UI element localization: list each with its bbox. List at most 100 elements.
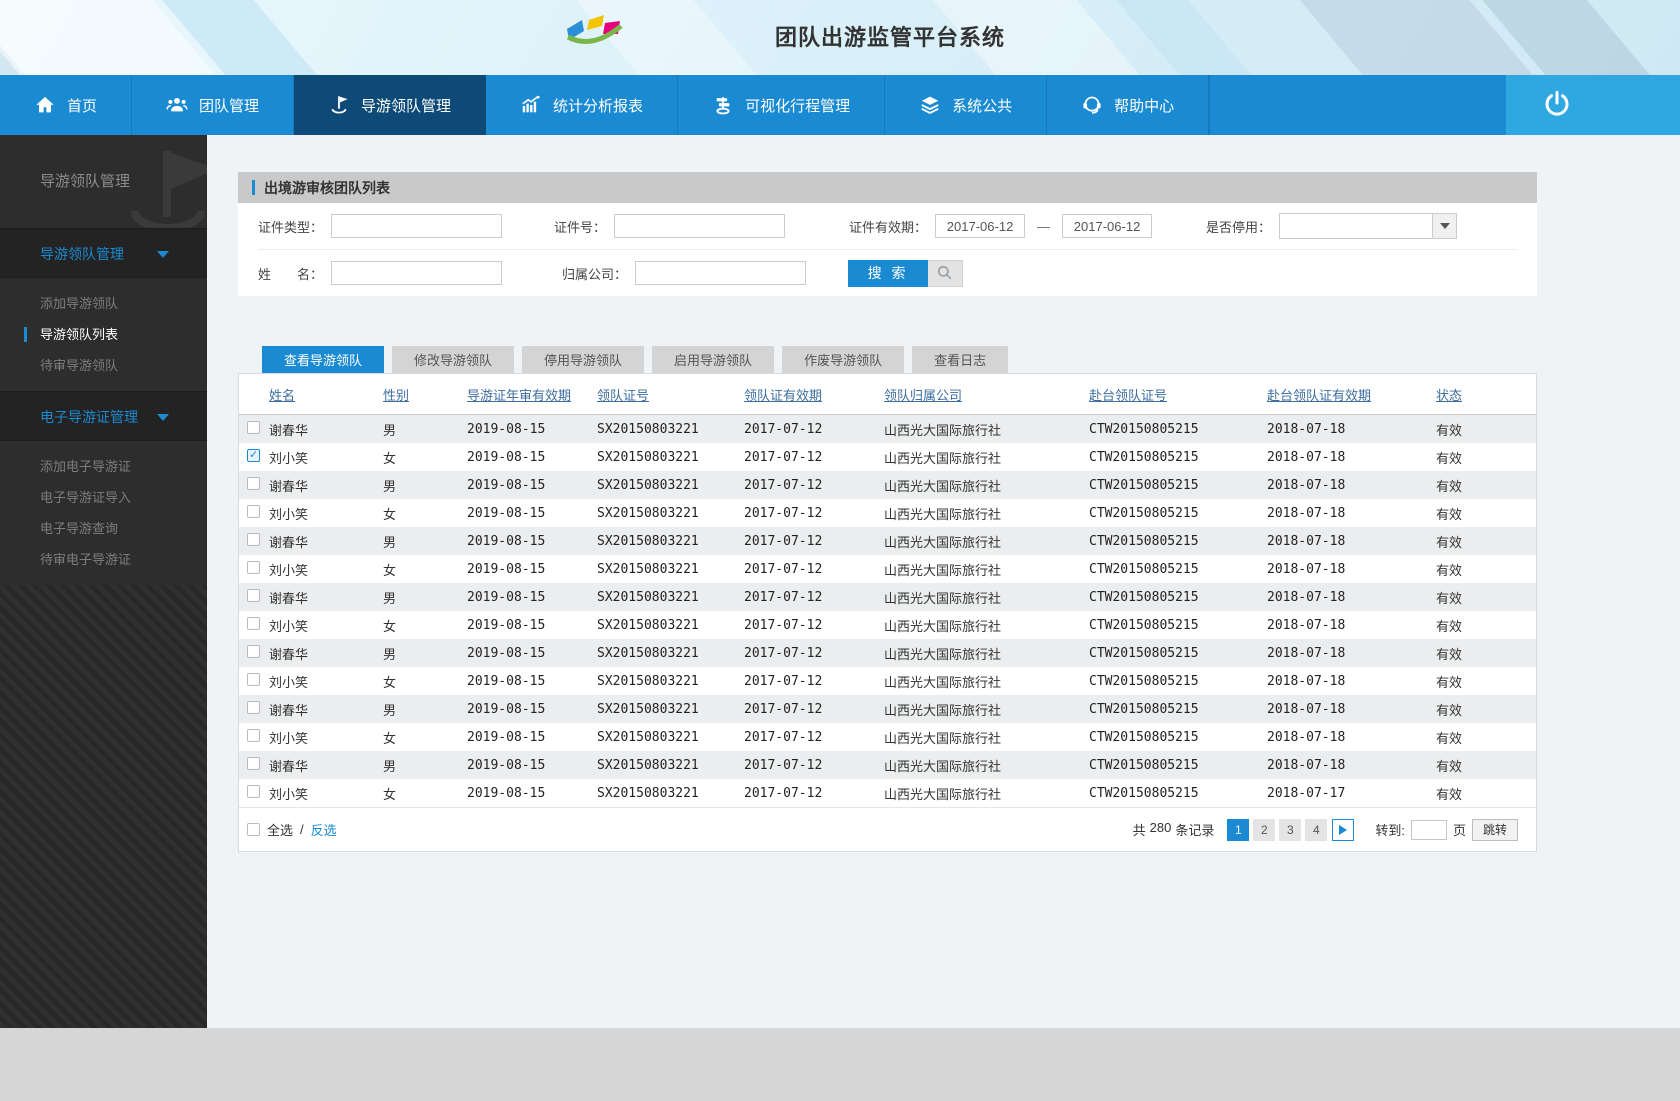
- tab[interactable]: 查看日志: [912, 346, 1009, 373]
- sidebar-item-label: 电子导游查询: [40, 521, 119, 536]
- page-button[interactable]: 2: [1253, 818, 1276, 841]
- sidebar-group-header[interactable]: 导游领队管理: [0, 228, 207, 278]
- row-checkbox[interactable]: [247, 701, 260, 714]
- cell-taiwan-cert-validity: 2018-07-18: [1267, 449, 1346, 465]
- validity-to-input[interactable]: [1062, 214, 1153, 238]
- cell-status: 有效: [1436, 618, 1463, 634]
- sidebar-item[interactable]: 电子导游证导入: [0, 482, 207, 513]
- table-row: 谢春华 男 2019-08-15 SX20150803221 2017-07-1…: [239, 751, 1536, 779]
- cell-annual-validity: 2019-08-15: [467, 561, 546, 577]
- cell-name: 刘小笑: [269, 562, 309, 578]
- cell-name: 谢春华: [269, 590, 309, 606]
- tab-label: 作废导游领队: [804, 353, 883, 368]
- goto-button[interactable]: 跳转: [1471, 818, 1518, 841]
- row-checkbox[interactable]: [247, 505, 260, 518]
- cert-type-input[interactable]: [331, 214, 503, 238]
- app-title: 团队出游监管平台系统: [775, 25, 1006, 50]
- row-checkbox[interactable]: [247, 729, 260, 742]
- page-button[interactable]: 3: [1279, 818, 1302, 841]
- cell-taiwan-cert-no: CTW20150805215: [1089, 645, 1199, 661]
- row-checkbox[interactable]: [247, 645, 260, 658]
- cell-company: 山西光大国际旅行社: [884, 450, 1002, 466]
- row-checkbox[interactable]: [247, 421, 260, 434]
- cell-company: 山西光大国际旅行社: [884, 506, 1002, 522]
- cell-annual-validity: 2019-08-15: [467, 589, 546, 605]
- name-label: 姓 名：: [258, 266, 324, 282]
- sidebar-item[interactable]: 添加电子导游证: [0, 451, 207, 482]
- signpost-icon: [712, 94, 734, 116]
- tab[interactable]: 修改导游领队: [392, 346, 515, 373]
- row-checkbox[interactable]: [247, 673, 260, 686]
- cell-leader-cert-no: SX20150803221: [597, 449, 699, 465]
- goto-page-input[interactable]: [1410, 819, 1447, 840]
- cell-company: 山西光大国际旅行社: [884, 478, 1002, 494]
- sidebar-item[interactable]: 待审电子导游证: [0, 544, 207, 575]
- select-all-label[interactable]: 全选: [267, 820, 293, 839]
- row-checkbox[interactable]: [247, 785, 260, 798]
- tab[interactable]: 停用导游领队: [522, 346, 645, 373]
- row-checkbox[interactable]: [247, 477, 260, 490]
- cell-annual-validity: 2019-08-15: [467, 757, 546, 773]
- sidebar-item[interactable]: 添加导游领队: [0, 288, 207, 319]
- cell-status: 有效: [1436, 786, 1463, 802]
- nav-item[interactable]: 导游领队管理: [294, 75, 487, 135]
- sidebar-title: 导游领队管理: [0, 135, 207, 228]
- cert-no-input[interactable]: [614, 214, 786, 238]
- page-button[interactable]: 4: [1305, 818, 1328, 841]
- caret-down-icon: [157, 251, 169, 258]
- cell-status: 有效: [1436, 534, 1463, 550]
- row-checkbox[interactable]: [247, 757, 260, 770]
- nav-item[interactable]: 系统公共: [885, 75, 1048, 135]
- row-checkbox[interactable]: [247, 448, 260, 462]
- sidebar-item[interactable]: 导游领队列表: [0, 319, 207, 350]
- tab[interactable]: 启用导游领队: [652, 346, 775, 373]
- nav-item[interactable]: 团队管理: [132, 75, 295, 135]
- sidebar-item[interactable]: 电子导游查询: [0, 513, 207, 544]
- app-header: 团队出游监管平台系统: [0, 0, 1680, 75]
- cell-leader-cert-validity: 2017-07-12: [744, 617, 823, 633]
- cell-annual-validity: 2019-08-15: [467, 533, 546, 549]
- nav-item[interactable]: 首页: [0, 75, 133, 135]
- cert-no-label: 证件号：: [554, 219, 607, 235]
- logout-button[interactable]: [1506, 75, 1680, 135]
- row-checkbox[interactable]: [247, 589, 260, 602]
- goto-label: 转到:: [1375, 823, 1405, 838]
- nav-item[interactable]: 可视化行程管理: [678, 75, 886, 135]
- disabled-select[interactable]: [1279, 213, 1458, 239]
- cell-leader-cert-validity: 2017-07-12: [744, 589, 823, 605]
- table-row: 刘小笑 女 2019-08-15 SX20150803221 2017-07-1…: [239, 667, 1536, 695]
- tab[interactable]: 作废导游领队: [782, 346, 905, 373]
- select-separator: /: [300, 822, 304, 837]
- sidebar-item[interactable]: 待审导游领队: [0, 350, 207, 381]
- cell-name: 刘小笑: [269, 730, 309, 746]
- search-icon[interactable]: [928, 259, 964, 287]
- search-button[interactable]: 搜 索: [848, 259, 929, 287]
- sidebar-group-header[interactable]: 电子导游证管理: [0, 391, 207, 441]
- nav-item[interactable]: 统计分析报表: [486, 75, 679, 135]
- row-checkbox[interactable]: [247, 561, 260, 574]
- cell-leader-cert-validity: 2017-07-12: [744, 757, 823, 773]
- page-button[interactable]: 1: [1227, 818, 1250, 841]
- invert-selection-link[interactable]: 反选: [311, 820, 337, 839]
- team-icon: [166, 94, 188, 116]
- company-input[interactable]: [635, 261, 807, 285]
- table-row: 谢春华 男 2019-08-15 SX20150803221 2017-07-1…: [239, 695, 1536, 723]
- caret-down-icon: [157, 414, 169, 421]
- cell-annual-validity: 2019-08-15: [467, 729, 546, 745]
- cell-leader-cert-validity: 2017-07-12: [744, 505, 823, 521]
- select-all-checkbox[interactable]: [247, 823, 260, 836]
- table-header-row: 姓名 性别 导游证年审有效期 领队证号 领队证有效期 领队归属公司 赴台领队证号 赴台领队证有…: [239, 374, 1536, 415]
- nav-items: 首页 团队管理 导游领队管理 统计分析报表 可视化行程管理 系统公共 帮助中心: [0, 75, 1210, 135]
- table-row: 刘小笑 女 2019-08-15 SX20150803221 2017-07-1…: [239, 555, 1536, 583]
- nav-item-label: 首页: [67, 97, 98, 115]
- cell-taiwan-cert-validity: 2018-07-18: [1267, 589, 1346, 605]
- nav-item[interactable]: 帮助中心: [1047, 75, 1210, 135]
- row-checkbox[interactable]: [247, 533, 260, 546]
- name-input[interactable]: [331, 261, 503, 285]
- tab[interactable]: 查看导游领队: [262, 346, 385, 373]
- table-row: 谢春华 男 2019-08-15 SX20150803221 2017-07-1…: [239, 639, 1536, 667]
- row-checkbox[interactable]: [247, 617, 260, 630]
- validity-from-input[interactable]: [935, 214, 1026, 238]
- title-accent-bar: [252, 180, 255, 195]
- next-page-button[interactable]: [1332, 818, 1355, 841]
